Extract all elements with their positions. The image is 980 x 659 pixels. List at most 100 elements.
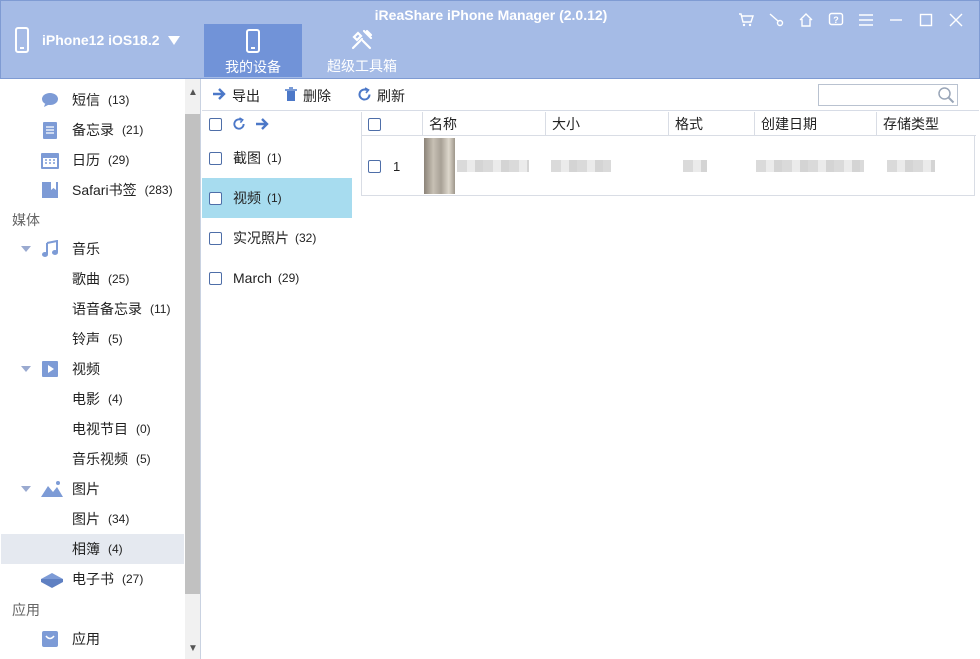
sidebar-item-count: (25) bbox=[108, 272, 130, 286]
sidebar-item-music-videos[interactable]: 音乐视频 (5) bbox=[1, 444, 184, 474]
export-button[interactable]: 导出 bbox=[212, 86, 260, 106]
sidebar-item-video[interactable]: 视频 bbox=[1, 354, 184, 384]
select-all-albums-checkbox[interactable] bbox=[209, 117, 222, 131]
row-size-cell bbox=[551, 137, 611, 195]
maximize-icon[interactable] bbox=[911, 9, 941, 31]
select-all-checkbox[interactable] bbox=[368, 117, 381, 131]
column-header-created-date[interactable]: 创建日期 bbox=[754, 112, 876, 136]
device-selector[interactable]: iPhone12 iOS18.2 bbox=[15, 25, 180, 55]
search-icon[interactable] bbox=[937, 86, 955, 104]
expand-arrow-icon[interactable] bbox=[21, 246, 31, 252]
key-icon[interactable] bbox=[761, 9, 791, 31]
home-icon[interactable] bbox=[791, 9, 821, 31]
scroll-thumb[interactable] bbox=[185, 114, 200, 594]
row-checkbox[interactable] bbox=[368, 159, 381, 173]
title-bar: iReaShare iPhone Manager (2.0.12) iPhone… bbox=[0, 0, 980, 79]
image-icon bbox=[40, 479, 64, 499]
sidebar-item-label: 音乐视频 bbox=[72, 451, 128, 467]
sidebar-item-count: (5) bbox=[136, 452, 151, 466]
sidebar-item-count: (21) bbox=[122, 123, 144, 137]
sidebar-item-label: Safari书签 bbox=[72, 182, 137, 198]
export-arrow-icon bbox=[212, 87, 227, 105]
tab-my-device[interactable]: 我的设备 bbox=[204, 24, 302, 77]
album-item-count: (29) bbox=[277, 271, 300, 285]
tab-toolbox-label: 超级工具箱 bbox=[327, 58, 397, 74]
album-checkbox[interactable] bbox=[209, 191, 222, 205]
redacted-date bbox=[756, 160, 864, 172]
table-row[interactable]: 1 bbox=[362, 137, 974, 195]
sidebar-item-tv-shows[interactable]: 电视节目 (0) bbox=[1, 414, 184, 444]
export-arrow-icon[interactable] bbox=[255, 117, 270, 131]
sidebar-scrollbar[interactable]: ▲ ▼ bbox=[185, 79, 200, 659]
expand-arrow-icon[interactable] bbox=[21, 486, 31, 492]
notes-icon bbox=[40, 120, 60, 140]
album-item-march[interactable]: March (29) bbox=[202, 258, 352, 298]
sidebar-item-albums[interactable]: 相簿 (4) bbox=[1, 534, 184, 564]
sidebar-item-label: 电影 bbox=[72, 391, 100, 407]
delete-label: 删除 bbox=[303, 88, 331, 104]
sidebar-item-pictures[interactable]: 图片 (34) bbox=[1, 504, 184, 534]
dropdown-arrow-icon bbox=[167, 35, 180, 45]
album-item-screenshots[interactable]: 截图 (1) bbox=[202, 138, 352, 178]
tab-my-device-label: 我的设备 bbox=[225, 59, 281, 75]
sidebar-item-count: (11) bbox=[150, 302, 171, 316]
file-table: 名称 大小 格式 创建日期 存储类型 1 bbox=[361, 112, 976, 196]
sidebar-item-label: 图片 bbox=[72, 511, 100, 527]
row-storage-cell bbox=[887, 137, 935, 195]
sidebar-item-label: 应用 bbox=[72, 631, 100, 647]
close-icon[interactable] bbox=[941, 9, 971, 31]
scroll-up-icon[interactable]: ▲ bbox=[185, 83, 200, 101]
album-item-count: (32) bbox=[295, 231, 317, 245]
refresh-icon[interactable] bbox=[232, 117, 246, 131]
column-header-size[interactable]: 大小 bbox=[545, 112, 668, 136]
table-header: 名称 大小 格式 创建日期 存储类型 bbox=[362, 112, 976, 136]
sidebar-item-songs[interactable]: 歌曲 (25) bbox=[1, 264, 184, 294]
sidebar-item-count: (4) bbox=[108, 392, 123, 406]
expand-arrow-icon[interactable] bbox=[21, 366, 31, 372]
refresh-button[interactable]: 刷新 bbox=[357, 86, 405, 106]
column-header-format[interactable]: 格式 bbox=[668, 112, 754, 136]
sidebar-item-voice-memos[interactable]: 语音备忘录 (11) bbox=[1, 294, 184, 324]
video-icon bbox=[40, 359, 60, 379]
select-all-checkbox-cell bbox=[362, 112, 422, 136]
sidebar-item-ringtones[interactable]: 铃声 (5) bbox=[1, 324, 184, 354]
row-format-cell bbox=[683, 137, 707, 195]
help-icon[interactable]: ? bbox=[821, 9, 851, 31]
sidebar-item-movies[interactable]: 电影 (4) bbox=[1, 384, 184, 414]
delete-button[interactable]: 删除 bbox=[284, 86, 331, 106]
svg-text:?: ? bbox=[833, 15, 839, 25]
sidebar-item-label: 图片 bbox=[72, 481, 100, 497]
album-item-label: 截图 bbox=[233, 150, 261, 166]
album-checkbox[interactable] bbox=[209, 271, 222, 285]
scroll-down-icon[interactable]: ▼ bbox=[185, 639, 200, 657]
sidebar-item-apps[interactable]: 应用 bbox=[1, 624, 184, 654]
sidebar-item-count: (13) bbox=[108, 93, 130, 107]
trash-icon bbox=[284, 86, 298, 106]
tab-toolbox[interactable]: 超级工具箱 bbox=[313, 24, 411, 77]
sidebar-item-music[interactable]: 音乐 bbox=[1, 234, 184, 264]
album-item-videos[interactable]: 视频 (1) bbox=[202, 178, 352, 218]
row-date-cell bbox=[756, 137, 864, 195]
column-header-name[interactable]: 名称 bbox=[422, 112, 545, 136]
search-box[interactable] bbox=[818, 84, 958, 106]
sidebar-item-notes[interactable]: 备忘录 (21) bbox=[1, 115, 184, 145]
sidebar-item-count: (34) bbox=[108, 512, 130, 526]
sidebar-item-count: (283) bbox=[144, 183, 173, 197]
column-header-storage-type[interactable]: 存储类型 bbox=[876, 112, 974, 136]
cart-icon[interactable] bbox=[731, 9, 761, 31]
menu-icon[interactable] bbox=[851, 9, 881, 31]
album-item-label: 实况照片 bbox=[233, 230, 289, 246]
sidebar-item-ebooks[interactable]: 电子书 (27) bbox=[1, 564, 184, 594]
sidebar-item-calendar[interactable]: 日历 (29) bbox=[1, 145, 184, 175]
sidebar-item-label: 视频 bbox=[72, 361, 100, 377]
sidebar-item-messages[interactable]: 短信 (13) bbox=[1, 85, 184, 115]
search-input[interactable] bbox=[819, 85, 935, 105]
sidebar-item-label: 日历 bbox=[72, 152, 100, 168]
album-checkbox[interactable] bbox=[209, 151, 222, 165]
sidebar-item-bookmarks[interactable]: Safari书签 (283) bbox=[1, 175, 184, 205]
minimize-icon[interactable] bbox=[881, 9, 911, 31]
sidebar-item-count: (27) bbox=[122, 572, 144, 586]
sidebar-item-images[interactable]: 图片 bbox=[1, 474, 184, 504]
album-checkbox[interactable] bbox=[209, 231, 222, 245]
album-item-live-photos[interactable]: 实况照片 (32) bbox=[202, 218, 352, 258]
